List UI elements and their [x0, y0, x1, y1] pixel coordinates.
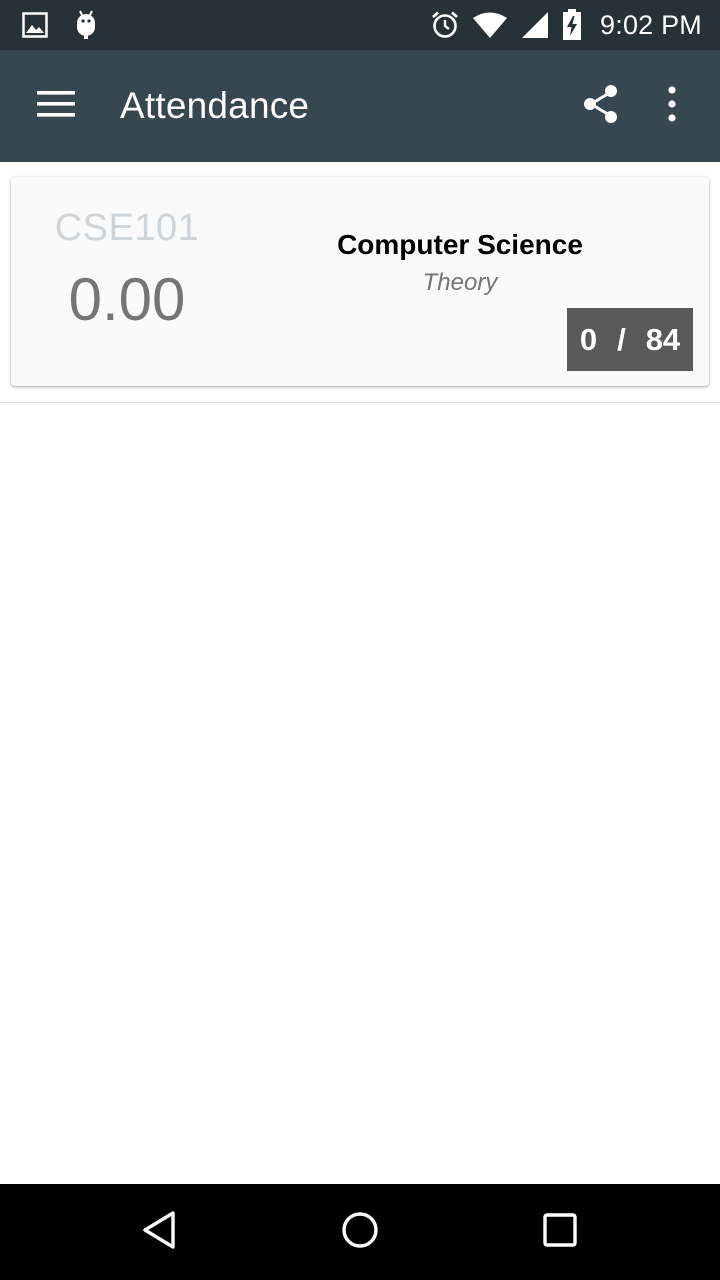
attendance-percentage: 0.00: [68, 266, 186, 333]
home-button[interactable]: [300, 1184, 420, 1280]
wifi-icon: [472, 11, 508, 39]
subject-type: Theory: [422, 269, 498, 296]
navigation-bar: [0, 1184, 720, 1280]
total-count: 84: [645, 321, 681, 357]
page-title: Attendance: [120, 85, 310, 126]
status-bar: 9:02 PM: [0, 0, 720, 50]
alarm-icon: [430, 10, 460, 40]
subject-summary: CSE101 0.00: [11, 177, 243, 386]
attendance-count-badge: 0 / 84: [567, 308, 693, 371]
home-icon: [340, 1210, 380, 1255]
app-bar: Attendance: [0, 50, 720, 162]
share-icon: [581, 84, 621, 129]
signal-icon: [520, 10, 550, 40]
menu-button[interactable]: [0, 50, 112, 162]
share-button[interactable]: [564, 50, 638, 162]
more-vert-icon: [667, 85, 677, 127]
more-options-button[interactable]: [638, 50, 706, 162]
back-icon: [140, 1210, 180, 1255]
subject-code: CSE101: [54, 207, 200, 249]
recents-button[interactable]: [500, 1184, 620, 1280]
subject-card[interactable]: CSE101 0.00 Computer Science Theory 0 / …: [11, 177, 709, 386]
list-divider: [0, 402, 720, 403]
attendance-screen: 9:02 PM Attendance CSE101 0.00 Computer …: [0, 0, 720, 1280]
menu-icon: [37, 90, 75, 123]
battery-charging-icon: [562, 9, 582, 41]
count-separator: /: [617, 321, 626, 357]
image-icon: [22, 12, 48, 38]
subject-name: Computer Science: [337, 229, 583, 260]
recents-icon: [542, 1212, 578, 1253]
attended-count: 0: [579, 321, 598, 357]
back-button[interactable]: [100, 1184, 220, 1280]
android-icon: [74, 10, 98, 40]
status-time: 9:02 PM: [600, 9, 702, 40]
